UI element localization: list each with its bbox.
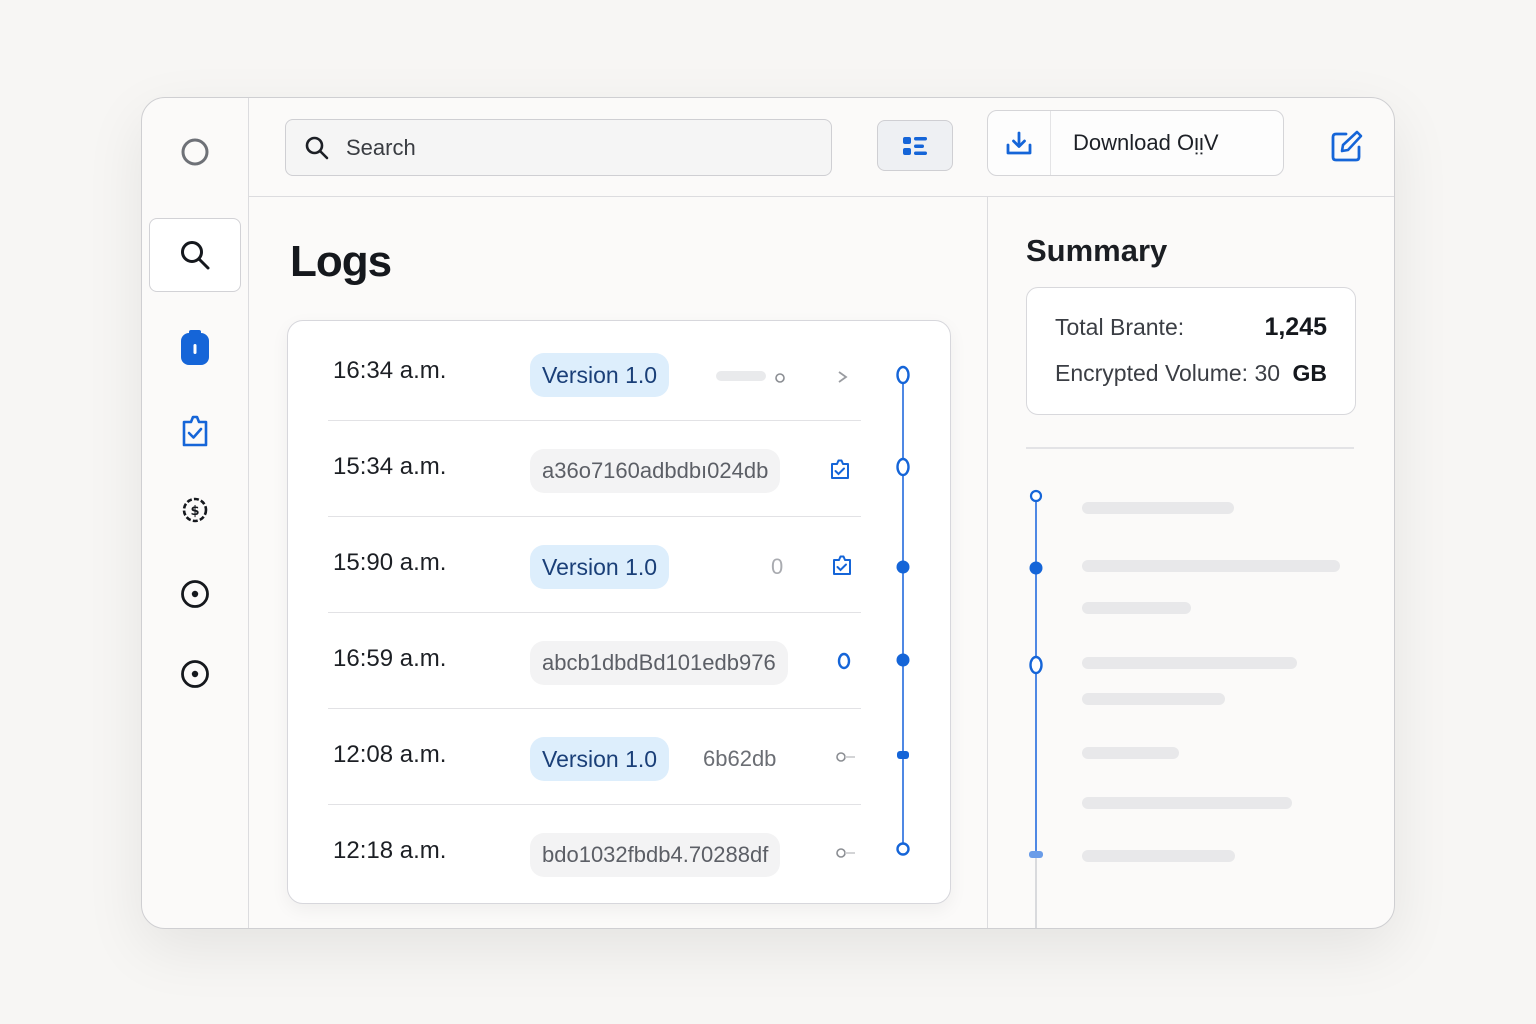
log-time: 15:34 a.m. [333,453,447,480]
download-label: Download OᴉᴉV [1073,130,1219,155]
summary-divider [1026,447,1354,449]
hash-pill: a36o7160adbdbı024db [530,449,781,493]
log-hash: 6b62db [703,746,777,771]
key-icon[interactable] [835,751,857,763]
sidebar: $ [142,98,249,928]
target-icon [181,660,209,688]
timeline-node-icon [896,365,910,385]
filter-button[interactable] [877,120,953,171]
timeline-node-icon [1029,851,1043,858]
log-time: 16:34 a.m. [333,357,447,384]
summary-title: Summary [1026,233,1168,268]
download-icon [1006,131,1032,155]
version-pill: Version 1.0 [530,545,670,589]
timeline-node-icon [896,560,910,574]
summary-volume-unit: GB [1292,359,1328,386]
timeline-node-icon [896,457,910,477]
summary-row-total: Total Brante: 1,245 [1055,312,1327,342]
sidebar-item-billing[interactable]: $ [142,480,248,540]
hash-pill: bdo1032fbdb4.70288df [530,833,781,877]
chevron-right-icon[interactable] [835,369,851,385]
lock-icon [181,330,209,365]
dollar-icon: $ [182,497,208,523]
status-dot-icon [775,373,785,383]
circle-icon [181,138,209,166]
filter-icon [903,136,927,155]
version-pill: Version 1.0 [530,737,670,781]
download-icon-wrap [988,111,1051,175]
summary-volume-label: Encrypted Volume: 30 [1055,359,1281,386]
summary-timeline-line [1035,497,1037,857]
search-icon [305,136,329,159]
skeleton-line [1082,502,1234,514]
sidebar-item-target-1[interactable] [142,564,248,624]
skeleton-line [1082,602,1191,614]
svg-text:$: $ [190,504,199,519]
search-icon [181,241,210,270]
summary-total-label: Total Brante: [1055,313,1185,340]
search-input[interactable] [344,133,788,162]
timeline-node-icon [1029,561,1043,575]
sidebar-item-search[interactable] [149,218,241,292]
timeline-node-icon [1029,489,1043,503]
ring-icon[interactable] [833,650,855,672]
edit-button[interactable] [1327,126,1367,166]
page-title: Logs [290,237,392,286]
target-icon [181,580,209,608]
log-row[interactable]: 16:59 a.m. abcb1dbdBd101edb976 [328,612,861,709]
version-pill: Version 1.0 [530,353,670,397]
shield-check-icon[interactable] [831,554,853,576]
summary-row-volume: Encrypted Volume: 30 GB [1055,358,1327,388]
skeleton-line [1082,693,1225,705]
timeline-node-icon [896,653,910,667]
summary-total-value: 1,245 [1264,312,1327,341]
sidebar-item-target-2[interactable] [142,644,248,704]
log-list: 16:34 a.m. Version 1.0 15:34 a.m. a36o71… [287,320,951,904]
hash-pill: abcb1dbdBd101edb976 [530,641,788,685]
skeleton-line [1082,797,1292,809]
log-time: 16:59 a.m. [333,645,447,672]
download-button[interactable]: Download OᴉᴉV [987,110,1284,176]
log-row[interactable]: 15:34 a.m. a36o7160adbdbı024db [328,420,861,517]
logs-panel: Logs 16:34 a.m. Version 1.0 15:34 a.m. a… [249,197,987,928]
sidebar-item-lock[interactable] [142,318,248,378]
timeline-node-icon [897,751,909,759]
timeline-line [902,373,904,849]
key-icon[interactable] [835,847,857,859]
sidebar-item-home[interactable] [142,122,248,182]
shield-check-icon [182,415,208,447]
top-bar: Download OᴉᴉV [249,98,1394,197]
log-extra: 0 [771,554,784,579]
sidebar-item-verified[interactable] [142,401,248,461]
log-row[interactable]: 12:18 a.m. bdo1032fbdb4.70288df [328,804,861,900]
log-time: 12:18 a.m. [333,837,447,864]
log-time: 12:08 a.m. [333,741,447,768]
summary-card: Total Brante: 1,245 Encrypted Volume: 30… [1026,287,1356,415]
skeleton-line [1082,747,1179,759]
search-box[interactable] [285,119,832,176]
timeline-node-icon [896,842,910,856]
skeleton-line [1082,657,1297,669]
log-time: 15:90 a.m. [333,549,447,576]
edit-icon [1331,130,1363,162]
skeleton-line [1082,560,1340,572]
shield-check-icon[interactable] [829,458,851,480]
log-row[interactable]: 16:34 a.m. Version 1.0 [328,324,861,421]
summary-timeline-line-faded [1035,857,1037,928]
app-window: $ Download OᴉᴉV Logs [141,97,1395,929]
summary-panel: Summary Total Brante: 1,245 Encrypted Vo… [987,197,1394,928]
skeleton-line [1082,850,1235,862]
timeline-node-icon [1029,655,1043,675]
log-row[interactable]: 15:90 a.m. Version 1.0 0 [328,516,861,613]
log-row[interactable]: 12:08 a.m. Version 1.0 6b62db [328,708,861,805]
skeleton-bar [716,371,766,381]
